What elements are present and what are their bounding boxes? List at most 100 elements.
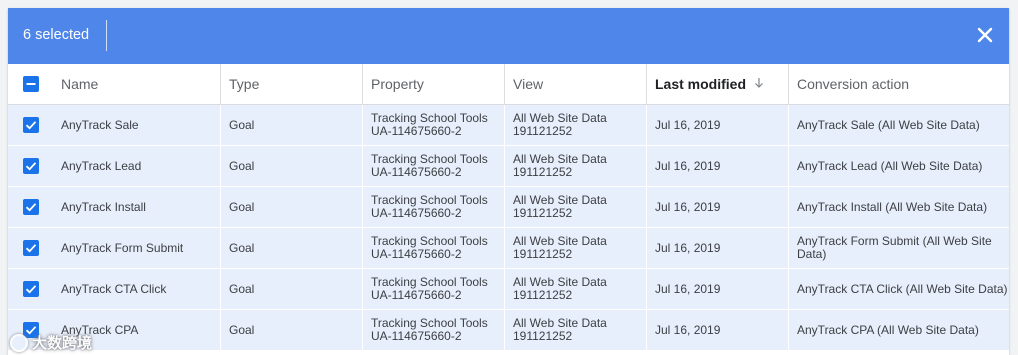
property-id: UA-114675660-2 bbox=[371, 165, 462, 179]
conversion-action-cell: AnyTrack Form Submit (All Web Site Data) bbox=[788, 228, 1009, 268]
table-row[interactable]: AnyTrack Install Goal Tracking School Tool… bbox=[8, 187, 1009, 228]
view-id: 191121252 bbox=[513, 124, 573, 138]
row-checkbox-cell bbox=[8, 228, 53, 268]
property-cell: Tracking School Tools UA-114675660-2 bbox=[362, 228, 504, 268]
goal-type: Goal bbox=[229, 323, 255, 337]
last-modified-cell: Jul 16, 2019 bbox=[646, 269, 788, 309]
type-cell: Goal bbox=[220, 146, 362, 186]
goal-type: Goal bbox=[229, 200, 255, 214]
table-row[interactable]: AnyTrack Lead Goal Tracking School Tools UA… bbox=[8, 146, 1009, 187]
property-id: UA-114675660-2 bbox=[371, 329, 462, 343]
close-icon[interactable] bbox=[975, 25, 995, 45]
select-all-checkbox[interactable] bbox=[22, 76, 39, 92]
view-id: 191121252 bbox=[513, 247, 573, 261]
name-cell: AnyTrack Form Submit bbox=[53, 228, 220, 268]
goal-type: Goal bbox=[229, 241, 255, 255]
column-header-conversion-action[interactable]: Conversion action bbox=[788, 64, 1009, 104]
property-cell: Tracking School Tools UA-114675660-2 bbox=[362, 187, 504, 227]
last-modified-cell: Jul 16, 2019 bbox=[646, 228, 788, 268]
row-checkbox-cell bbox=[8, 146, 53, 186]
view-cell: All Web Site Data 191121252 bbox=[504, 187, 646, 227]
property-id: UA-114675660-2 bbox=[371, 124, 462, 138]
conversion-action-cell: AnyTrack Sale (All Web Site Data) bbox=[788, 105, 1009, 145]
name-cell: AnyTrack Install bbox=[53, 187, 220, 227]
table-body: AnyTrack Sale Goal Tracking School Tools UA… bbox=[8, 105, 1009, 351]
view-id: 191121252 bbox=[513, 165, 573, 179]
property-id: UA-114675660-2 bbox=[371, 206, 462, 220]
column-header-name[interactable]: Name bbox=[53, 64, 220, 104]
last-modified: Jul 16, 2019 bbox=[655, 159, 721, 173]
select-all-cell bbox=[8, 64, 53, 104]
type-cell: Goal bbox=[220, 228, 362, 268]
property-cell: Tracking School Tools UA-114675660-2 bbox=[362, 269, 504, 309]
view-id: 191121252 bbox=[513, 288, 573, 302]
selected-count: 6 selected bbox=[23, 27, 90, 43]
goal-type: Goal bbox=[229, 159, 255, 173]
column-header-last-modified[interactable]: Last modified bbox=[646, 64, 788, 104]
name-cell: AnyTrack CTA Click bbox=[53, 269, 220, 309]
table-row[interactable]: AnyTrack CTA Click Goal Tracking School To… bbox=[8, 269, 1009, 310]
table-row[interactable]: AnyTrack Sale Goal Tracking School Tools UA… bbox=[8, 105, 1009, 146]
view-cell: All Web Site Data 191121252 bbox=[504, 146, 646, 186]
conversion-action-cell: AnyTrack Lead (All Web Site Data) bbox=[788, 146, 1009, 186]
row-checkbox-cell bbox=[8, 105, 53, 145]
goal-name: AnyTrack CTA Click bbox=[61, 282, 167, 296]
last-modified: Jul 16, 2019 bbox=[655, 323, 721, 337]
conversion-action: AnyTrack Form Submit (All Web Site Data) bbox=[797, 234, 992, 261]
conversion-action: AnyTrack Sale (All Web Site Data) bbox=[797, 117, 980, 132]
view-cell: All Web Site Data 191121252 bbox=[504, 269, 646, 309]
table-header: Name Type Property View Last modified Co… bbox=[8, 64, 1009, 105]
row-checkbox-cell bbox=[8, 187, 53, 227]
column-header-property[interactable]: Property bbox=[362, 64, 504, 104]
view-cell: All Web Site Data 191121252 bbox=[504, 310, 646, 350]
conversion-action-cell: AnyTrack Install (All Web Site Data) bbox=[788, 187, 1009, 227]
goal-name: AnyTrack Sale bbox=[61, 118, 139, 132]
arrow-down-icon bbox=[754, 76, 764, 92]
goal-type: Goal bbox=[229, 282, 255, 296]
last-modified-cell: Jul 16, 2019 bbox=[646, 310, 788, 350]
property-cell: Tracking School Tools UA-114675660-2 bbox=[362, 146, 504, 186]
conversion-action: AnyTrack Install (All Web Site Data) bbox=[797, 199, 988, 214]
conversion-action: AnyTrack CPA (All Web Site Data) bbox=[797, 322, 979, 337]
type-cell: Goal bbox=[220, 310, 362, 350]
conversion-action-cell: AnyTrack CPA (All Web Site Data) bbox=[788, 310, 1009, 350]
last-modified-cell: Jul 16, 2019 bbox=[646, 146, 788, 186]
row-checkbox[interactable] bbox=[22, 158, 39, 174]
goal-name: AnyTrack Form Submit bbox=[61, 241, 184, 255]
goal-name: AnyTrack Install bbox=[61, 200, 146, 214]
last-modified-cell: Jul 16, 2019 bbox=[646, 105, 788, 145]
type-cell: Goal bbox=[220, 187, 362, 227]
view-cell: All Web Site Data 191121252 bbox=[504, 105, 646, 145]
watermark: 大数跨境 bbox=[10, 332, 92, 353]
last-modified: Jul 16, 2019 bbox=[655, 118, 721, 132]
last-modified: Jul 16, 2019 bbox=[655, 282, 721, 296]
conversion-action: AnyTrack Lead (All Web Site Data) bbox=[797, 158, 983, 173]
selection-bar-divider bbox=[106, 20, 107, 51]
conversion-action-cell: AnyTrack CTA Click (All Web Site Data) bbox=[788, 269, 1009, 309]
type-cell: Goal bbox=[220, 105, 362, 145]
view-id: 191121252 bbox=[513, 329, 573, 343]
column-header-view[interactable]: View bbox=[504, 64, 646, 104]
table-row[interactable]: AnyTrack Form Submit Goal Tracking School … bbox=[8, 228, 1009, 269]
property-id: UA-114675660-2 bbox=[371, 288, 462, 302]
last-modified: Jul 16, 2019 bbox=[655, 241, 721, 255]
row-checkbox[interactable] bbox=[22, 240, 39, 256]
column-header-type[interactable]: Type bbox=[220, 64, 362, 104]
view-cell: All Web Site Data 191121252 bbox=[504, 228, 646, 268]
name-cell: AnyTrack Lead bbox=[53, 146, 220, 186]
row-checkbox[interactable] bbox=[22, 117, 39, 133]
name-cell: AnyTrack Sale bbox=[53, 105, 220, 145]
property-cell: Tracking School Tools UA-114675660-2 bbox=[362, 310, 504, 350]
type-cell: Goal bbox=[220, 269, 362, 309]
last-modified: Jul 16, 2019 bbox=[655, 200, 721, 214]
goal-type: Goal bbox=[229, 118, 255, 132]
conversion-actions-card: 6 selected Name Type Property View Last … bbox=[8, 8, 1009, 355]
conversion-action: AnyTrack CTA Click (All Web Site Data) bbox=[797, 281, 1008, 296]
row-checkbox-cell bbox=[8, 269, 53, 309]
property-cell: Tracking School Tools UA-114675660-2 bbox=[362, 105, 504, 145]
selection-bar: 6 selected bbox=[8, 8, 1009, 64]
row-checkbox[interactable] bbox=[22, 281, 39, 297]
property-id: UA-114675660-2 bbox=[371, 247, 462, 261]
table-row[interactable]: AnyTrack CPA Goal Tracking School Tools UA-… bbox=[8, 310, 1009, 351]
row-checkbox[interactable] bbox=[22, 199, 39, 215]
